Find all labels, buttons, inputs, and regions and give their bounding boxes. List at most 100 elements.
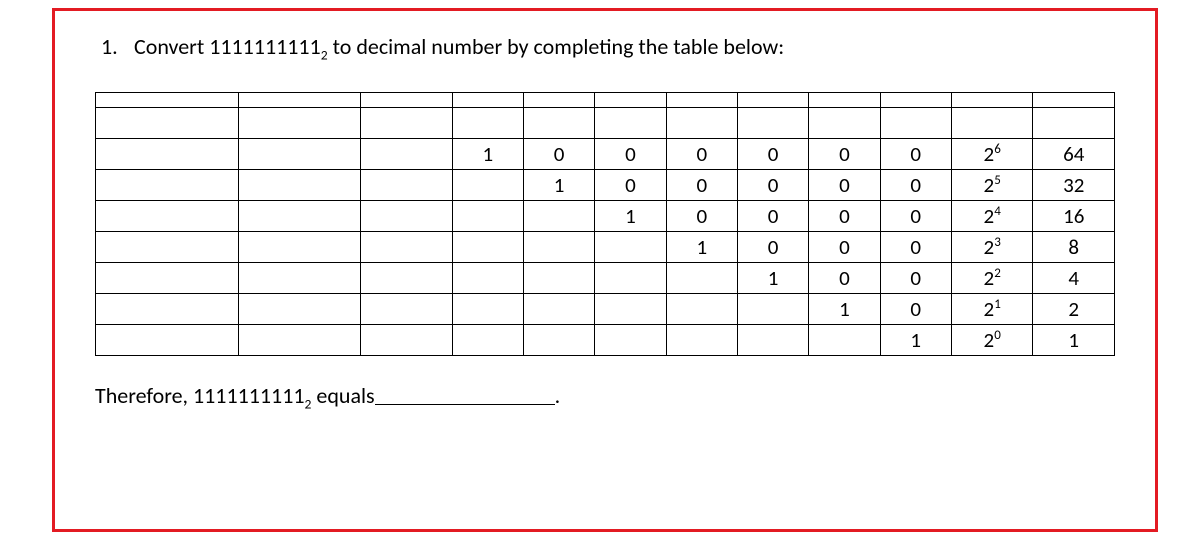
table-cell: 0 [737, 170, 808, 201]
table-cell: 0 [880, 232, 951, 263]
table-cell: 0 [595, 139, 666, 170]
table-cell [880, 93, 951, 108]
table-cell: 21 [951, 294, 1033, 325]
table-cell: 0 [666, 170, 737, 201]
table-cell [96, 325, 239, 356]
table-cell [96, 263, 239, 294]
table-row: 100224 [96, 263, 1115, 294]
table-cell [452, 170, 523, 201]
table-cell [238, 232, 360, 263]
table-cell [523, 108, 594, 139]
table-cell [809, 108, 880, 139]
table-cell [523, 201, 594, 232]
table-cell [360, 93, 452, 108]
table-cell [96, 201, 239, 232]
table-row: 100002416 [96, 201, 1115, 232]
table-cell: 22 [951, 263, 1033, 294]
table-cell: 1 [1033, 325, 1115, 356]
table-cell: 0 [809, 201, 880, 232]
table-cell [238, 263, 360, 294]
table-row: 1201 [96, 325, 1115, 356]
table-cell [96, 294, 239, 325]
table-cell: 0 [880, 294, 951, 325]
question-text: 1. Convert 11111111112 to decimal number… [101, 33, 1115, 60]
table-cell [238, 139, 360, 170]
table-row: 10000002664 [96, 139, 1115, 170]
table-cell: 0 [880, 201, 951, 232]
table-cell [96, 139, 239, 170]
table-cell: 0 [666, 201, 737, 232]
table-cell [523, 93, 594, 108]
table-cell: 0 [809, 232, 880, 263]
table-cell: 0 [880, 170, 951, 201]
table-cell [452, 232, 523, 263]
table-cell [1033, 93, 1115, 108]
table-cell [666, 93, 737, 108]
table-cell [523, 294, 594, 325]
table-cell: 24 [951, 201, 1033, 232]
table-cell [238, 170, 360, 201]
table-row [96, 93, 1115, 108]
table-cell [96, 232, 239, 263]
table-cell [523, 325, 594, 356]
table-row [96, 108, 1115, 139]
table-cell: 1 [737, 263, 808, 294]
table-cell [96, 108, 239, 139]
table-row: 1000238 [96, 232, 1115, 263]
table-cell: 0 [809, 263, 880, 294]
table-cell [452, 108, 523, 139]
table-cell [360, 232, 452, 263]
question-frame: 1. Convert 11111111112 to decimal number… [52, 8, 1158, 532]
table-row: 10212 [96, 294, 1115, 325]
table-cell: 0 [666, 139, 737, 170]
table-cell [238, 294, 360, 325]
conclusion-text: Therefore, 11111111112 equals. [95, 382, 1115, 409]
table-cell: 26 [951, 139, 1033, 170]
table-cell [951, 108, 1033, 139]
table-cell: 0 [880, 139, 951, 170]
table-cell: 2 [1033, 294, 1115, 325]
table-cell [452, 201, 523, 232]
table-cell: 1 [452, 139, 523, 170]
table-cell: 16 [1033, 201, 1115, 232]
table-cell [360, 201, 452, 232]
table-cell [666, 294, 737, 325]
table-cell [360, 294, 452, 325]
table-cell: 1 [595, 201, 666, 232]
table-cell [96, 170, 239, 201]
table-cell [666, 263, 737, 294]
table-cell: 1 [809, 294, 880, 325]
table-cell [238, 325, 360, 356]
table-cell: 0 [737, 232, 808, 263]
table-cell [452, 93, 523, 108]
table-cell [809, 325, 880, 356]
table-cell: 4 [1033, 263, 1115, 294]
table-row: 1000002532 [96, 170, 1115, 201]
table-cell [595, 325, 666, 356]
table-cell: 32 [1033, 170, 1115, 201]
table-cell: 1 [523, 170, 594, 201]
table-cell [360, 170, 452, 201]
table-cell [666, 325, 737, 356]
table-cell [595, 232, 666, 263]
table-cell: 0 [737, 201, 808, 232]
table-cell [523, 232, 594, 263]
table-cell [452, 294, 523, 325]
table-cell [737, 294, 808, 325]
table-cell [523, 263, 594, 294]
question-number: 1. [101, 33, 129, 60]
table-cell: 0 [809, 170, 880, 201]
table-cell [360, 263, 452, 294]
table-cell [238, 108, 360, 139]
table-cell: 0 [595, 170, 666, 201]
table-cell: 64 [1033, 139, 1115, 170]
table-cell [96, 93, 239, 108]
table-cell: 23 [951, 232, 1033, 263]
table-cell: 0 [737, 139, 808, 170]
table-cell: 1 [880, 325, 951, 356]
table-cell [238, 93, 360, 108]
table-cell [737, 325, 808, 356]
table-cell [595, 263, 666, 294]
table-cell [595, 108, 666, 139]
table-cell [360, 325, 452, 356]
